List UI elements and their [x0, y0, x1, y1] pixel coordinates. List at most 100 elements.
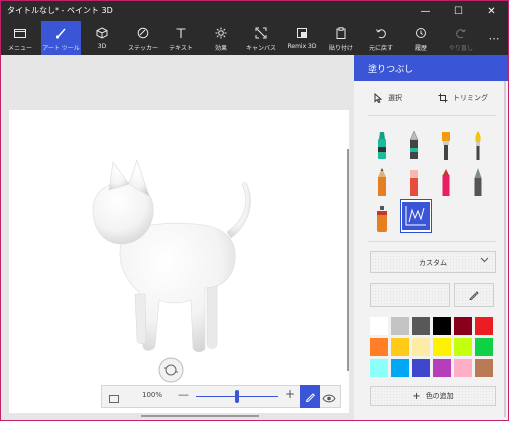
eyedropper-button[interactable] [454, 283, 494, 307]
select-button[interactable]: 選択 [374, 93, 402, 103]
undo-icon [375, 24, 387, 42]
crayon-icon [442, 169, 450, 196]
color-swatch[interactable] [453, 316, 473, 336]
fit-to-screen-icon[interactable] [108, 390, 120, 403]
undo-label: 元に戻す [368, 45, 393, 52]
divider [368, 241, 496, 242]
3d-shapes-button[interactable]: 3D [87, 21, 117, 55]
fill-brush[interactable] [400, 199, 432, 233]
remix-icon [296, 24, 308, 42]
marker-icon [378, 132, 386, 159]
window-title: タイトルなし* - ペイント 3D [7, 6, 113, 15]
zoom-out-button[interactable]: — [178, 388, 189, 401]
art-tools-button[interactable]: アート ツール [41, 21, 81, 55]
color-swatch[interactable] [411, 337, 431, 357]
paste-button[interactable]: 貼り付け [326, 21, 356, 55]
remix3d-button[interactable]: Remix 3D [285, 21, 319, 55]
chevron-down-icon [480, 256, 489, 265]
zoom-slider-thumb[interactable] [235, 390, 239, 403]
fill-type-dropdown[interactable]: カスタム [370, 251, 496, 273]
title-bar: タイトルなし* - ペイント 3D — ☐ ✕ [1, 1, 508, 21]
art-tools-panel: 塗りつぶし 選択 トリミング カスタム + 色の追加 [354, 55, 508, 420]
undo-button[interactable]: 元に戻す [365, 21, 397, 55]
zoom-bar: 100% — + [101, 385, 341, 408]
paint3d-window: タイトルなし* - ペイント 3D — ☐ ✕ メニュー アート ツール 3D [0, 0, 509, 421]
crop-button[interactable]: トリミング [438, 93, 488, 103]
pixel-pen-brush[interactable] [466, 165, 490, 201]
redo-label: やり直し [448, 45, 473, 52]
workspace: 100% — + [1, 55, 354, 420]
color-swatch[interactable] [369, 358, 389, 378]
color-swatch[interactable] [411, 316, 431, 336]
color-swatch[interactable] [411, 358, 431, 378]
color-swatch[interactable] [390, 337, 410, 357]
eraser-icon [410, 170, 418, 196]
menu-label: メニュー [7, 45, 32, 52]
menu-button[interactable]: メニュー [3, 21, 37, 55]
pixel-pen-icon [474, 168, 482, 196]
stickers-label: ステッカー [127, 45, 158, 52]
color-swatch[interactable] [432, 358, 452, 378]
add-color-button[interactable]: + 色の追加 [370, 386, 496, 406]
history-button[interactable]: 履歴 [406, 21, 436, 55]
oil-brush[interactable] [434, 128, 458, 164]
color-swatch[interactable] [432, 316, 452, 336]
redo-button[interactable]: やり直し [444, 21, 478, 55]
cursor-icon [374, 93, 383, 103]
watercolor-brush[interactable] [466, 128, 490, 164]
color-swatch[interactable] [474, 358, 494, 378]
text-icon [175, 24, 187, 42]
minimize-button[interactable]: — [409, 1, 442, 21]
eraser-brush[interactable] [402, 165, 426, 201]
panel-title: 塗りつぶし [368, 65, 414, 75]
sun-icon [215, 24, 227, 42]
calligraphy-pen-brush[interactable] [402, 128, 426, 164]
spray-can-brush[interactable] [370, 201, 394, 237]
color-swatch[interactable] [390, 358, 410, 378]
color-swatch[interactable] [474, 316, 494, 336]
maximize-button[interactable]: ☐ [442, 1, 475, 21]
crop-label: トリミング [453, 94, 488, 102]
zoom-in-button[interactable]: + [285, 387, 295, 401]
color-swatch[interactable] [474, 337, 494, 357]
horizontal-scrollbar[interactable] [141, 415, 259, 417]
fill-icon [402, 202, 430, 230]
remix3d-label: Remix 3D [287, 43, 317, 50]
watercolor-icon [475, 131, 481, 160]
eye-icon[interactable] [322, 390, 336, 403]
vertical-scrollbar[interactable] [347, 149, 349, 371]
text-button[interactable]: テキスト [165, 21, 197, 55]
pen-mode-button[interactable] [300, 385, 320, 408]
resize-icon [255, 24, 267, 42]
redo-icon [455, 24, 467, 42]
more-icon: ⋯ [488, 31, 500, 45]
stickers-button[interactable]: ステッカー [126, 21, 160, 55]
panel-scrollbar[interactable] [504, 81, 506, 417]
color-swatch[interactable] [369, 337, 389, 357]
crayon-brush[interactable] [434, 165, 458, 201]
color-swatch[interactable] [453, 358, 473, 378]
pencil-brush[interactable] [370, 165, 394, 201]
close-button[interactable]: ✕ [475, 1, 508, 21]
cat-3d-model[interactable] [9, 110, 349, 413]
color-swatch[interactable] [390, 316, 410, 336]
marker-brush[interactable] [370, 128, 394, 164]
drawing-canvas[interactable] [9, 110, 349, 413]
add-color-label: 色の追加 [425, 392, 454, 400]
rotate-handle[interactable] [158, 357, 184, 383]
more-button[interactable]: ⋯ [483, 21, 505, 55]
color-swatch[interactable] [369, 316, 389, 336]
history-icon [415, 24, 427, 42]
panel-header: 塗りつぶし [354, 55, 508, 81]
current-color-field[interactable] [370, 283, 450, 307]
crop-icon [438, 93, 448, 103]
color-swatch[interactable] [453, 337, 473, 357]
fill-type-value: カスタム [419, 259, 447, 267]
clipboard-icon [335, 24, 347, 42]
effects-button[interactable]: 効果 [207, 21, 235, 55]
oil-brush-icon [442, 132, 450, 160]
color-swatch[interactable] [432, 337, 452, 357]
pencil-icon [305, 393, 315, 402]
eyedropper-icon [469, 291, 479, 300]
canvas-button[interactable]: キャンバス [241, 21, 281, 55]
